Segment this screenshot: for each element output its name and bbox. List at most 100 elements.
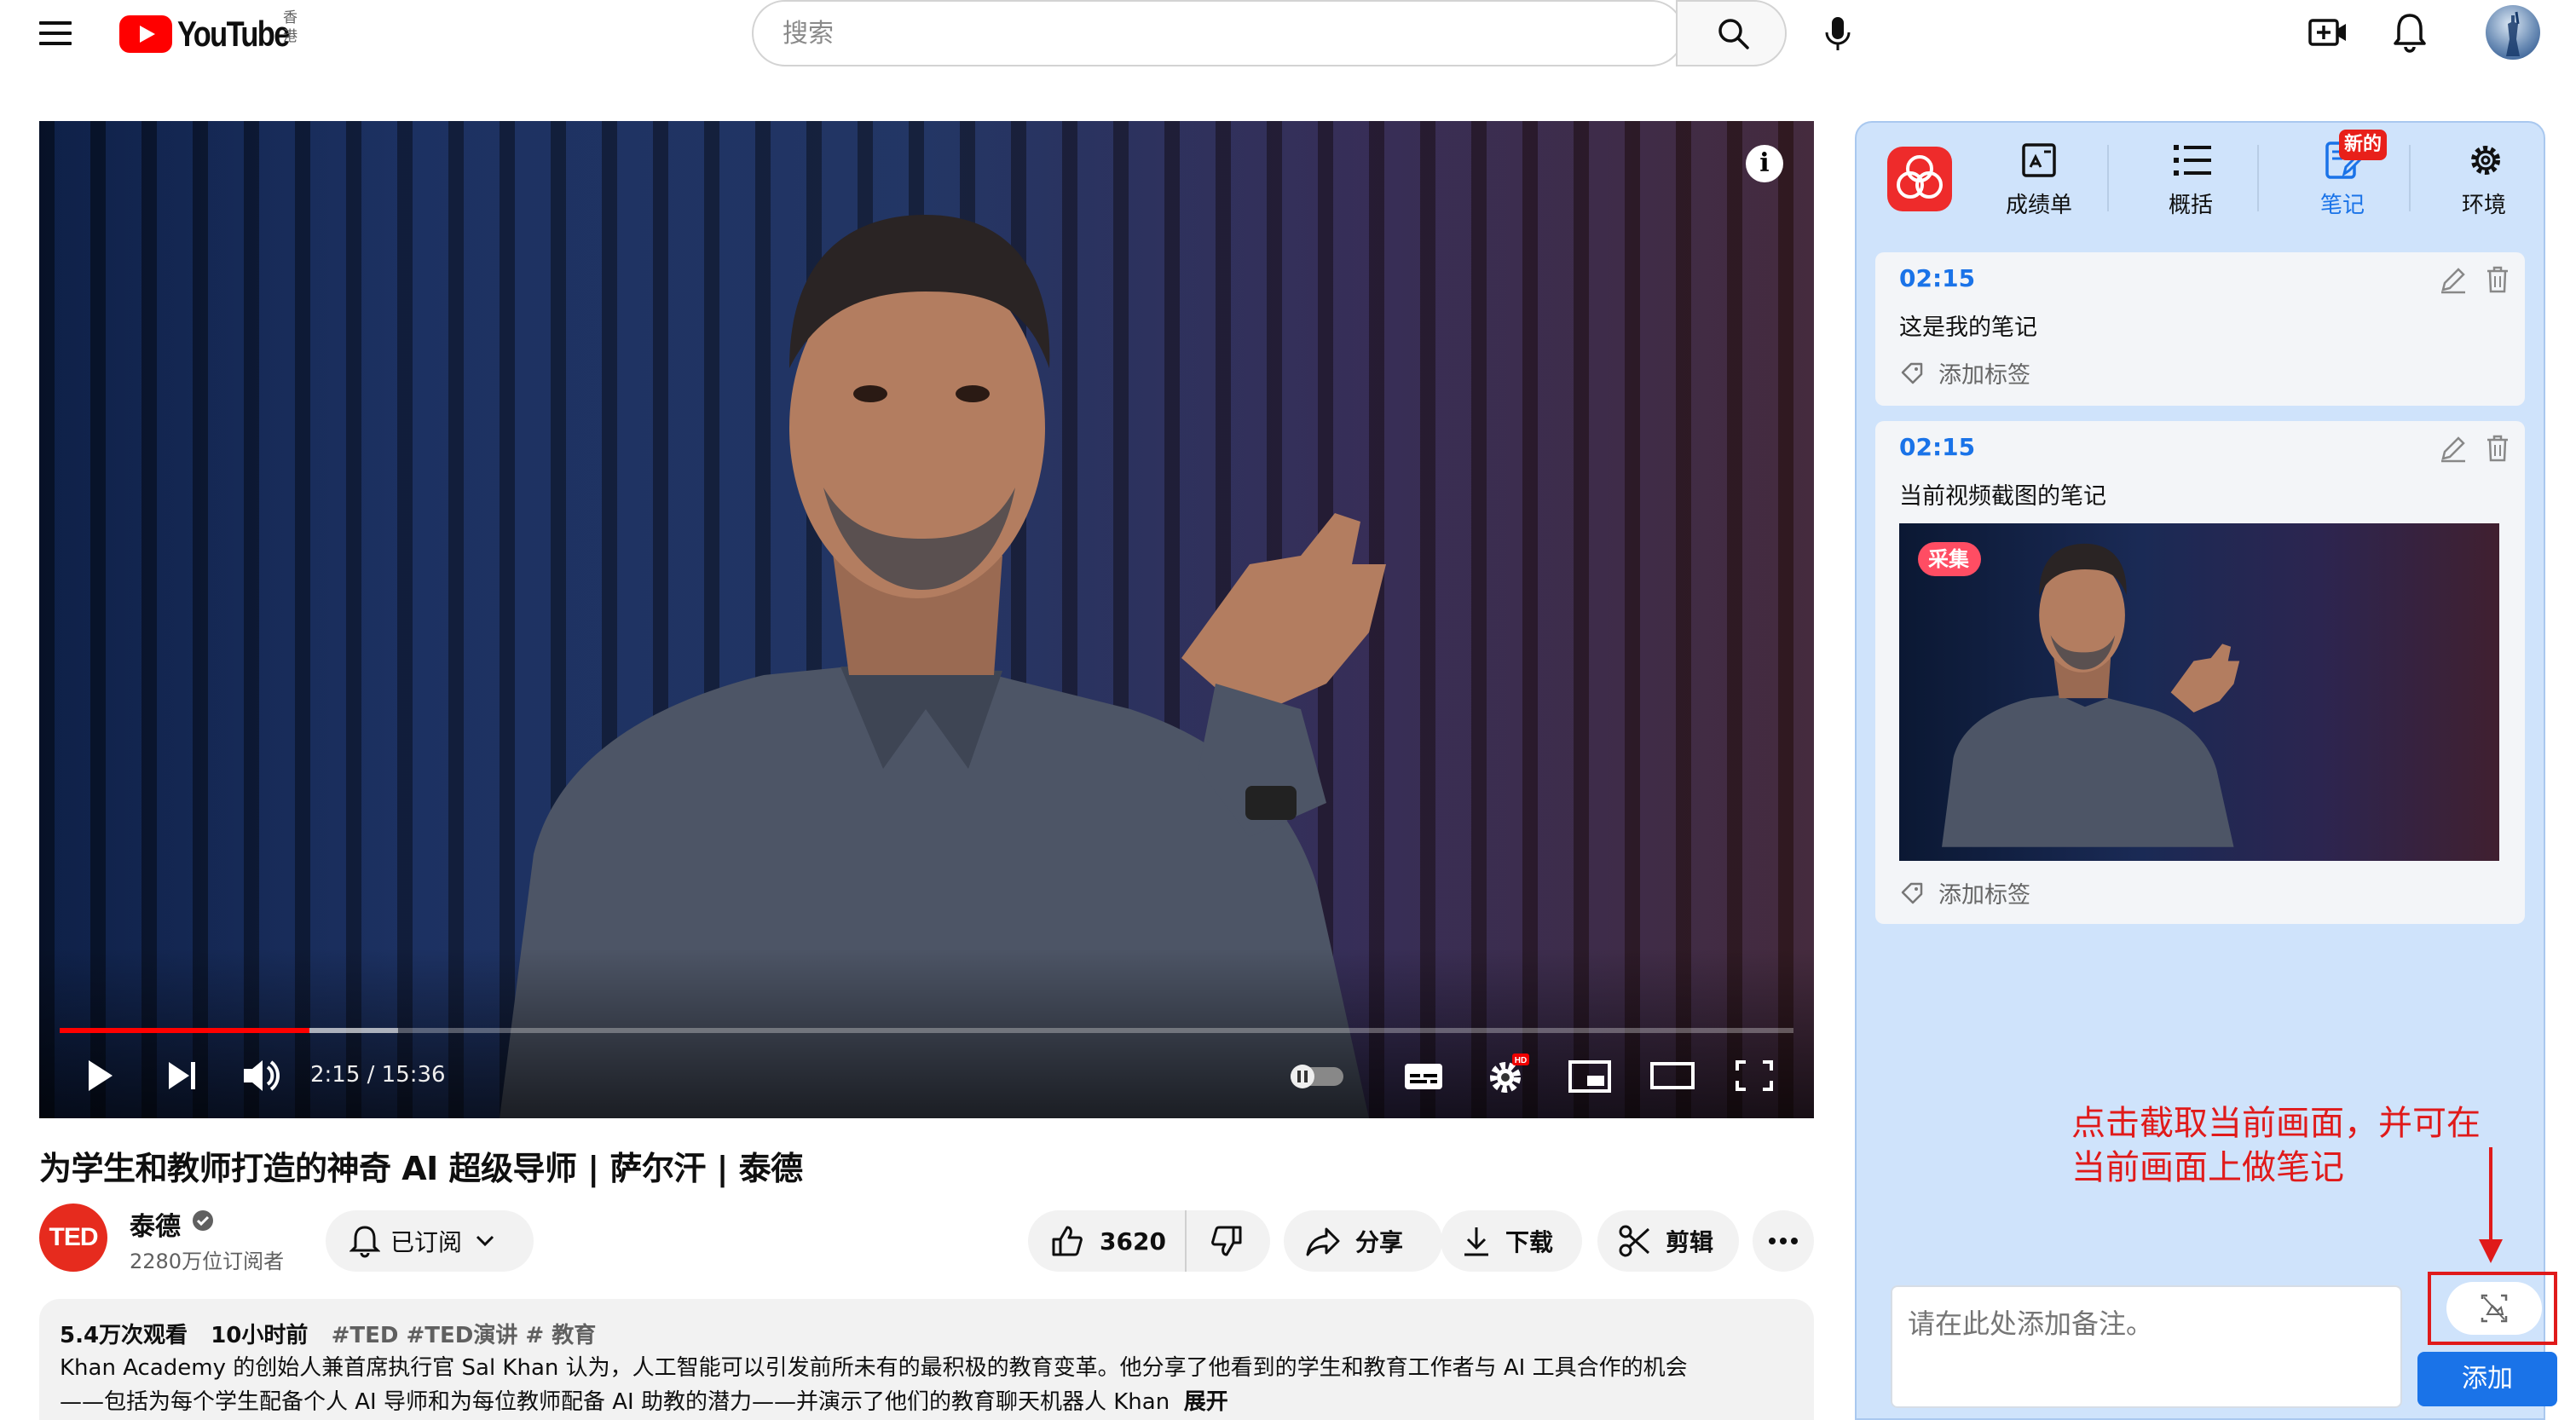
played-bar [60, 1028, 309, 1033]
openai-knot-icon [1897, 155, 1943, 199]
thumbs-down-icon [1211, 1226, 1242, 1256]
video-player[interactable]: i 2:15 / 15:36 HD [39, 121, 1814, 1118]
clip-label: 剪辑 [1666, 1228, 1714, 1256]
new-badge: 新的 [2339, 130, 2388, 160]
search-box [752, 0, 1684, 66]
edit-icon[interactable] [2438, 264, 2469, 295]
download-label: 下载 [1505, 1228, 1554, 1256]
fullscreen-icon[interactable] [1732, 1052, 1776, 1100]
download-button[interactable]: 下载 [1441, 1210, 1582, 1272]
add-tag-label: 添加标签 [1938, 882, 2030, 909]
tab-transcript[interactable]: 成绩单 [1979, 138, 2099, 223]
add-tag-button[interactable]: 添加标签 [1899, 356, 2030, 390]
tag-icon [1901, 882, 1923, 903]
add-tag-label: 添加标签 [1938, 362, 2030, 389]
add-note-button[interactable]: 添加 [2417, 1352, 2557, 1406]
upload-age: 10小时前 [211, 1323, 309, 1348]
chevron-down-icon [476, 1235, 494, 1247]
clip-button[interactable]: 剪辑 [1597, 1210, 1739, 1272]
more-horizontal-icon [1769, 1238, 1798, 1244]
screenshot-button[interactable] [2446, 1282, 2542, 1335]
create-video-icon[interactable] [2308, 15, 2349, 49]
theater-mode-icon[interactable] [1649, 1052, 1696, 1100]
like-count: 3620 [1100, 1227, 1166, 1255]
thumbnail-speaker-figure [1942, 543, 2240, 847]
autoplay-toggle[interactable] [1287, 1052, 1347, 1100]
note-text: 这是我的笔记 [1899, 315, 2037, 341]
youtube-play-logo-icon [119, 15, 172, 53]
view-count: 5.4万次观看 [60, 1323, 188, 1348]
statue-of-liberty-icon [2506, 11, 2520, 56]
annotation-line-1: 点击截取当前画面，并可在 [2071, 1104, 2481, 1143]
play-icon[interactable] [84, 1052, 118, 1100]
collect-badge: 采集 [1918, 542, 1981, 576]
note-timestamp[interactable]: 02:15 [1899, 264, 1975, 292]
verified-check-icon [193, 1210, 213, 1231]
trash-icon[interactable] [2482, 433, 2513, 464]
tab-notes-label: 笔记 [2319, 193, 2365, 218]
scissors-icon [1619, 1225, 1650, 1257]
tab-separator [2107, 145, 2109, 211]
note-card: 02:15 当前视频截图的笔记 采集 添加标签 [1875, 421, 2525, 924]
tab-separator [2409, 145, 2411, 211]
screenshot-thumbnail[interactable]: 采集 [1899, 523, 2499, 861]
channel-logo[interactable]: TED [39, 1204, 107, 1272]
download-icon [1464, 1227, 1488, 1256]
trash-icon[interactable] [2482, 264, 2513, 295]
tab-settings[interactable]: 环境 [2424, 138, 2544, 223]
miniplayer-icon[interactable] [1567, 1052, 1613, 1100]
like-dislike-group: 3620 [1028, 1210, 1270, 1272]
settings-gear-icon [2471, 146, 2500, 175]
tab-settings-label: 环境 [2461, 193, 2506, 218]
search-button[interactable] [1676, 0, 1787, 66]
bell-icon [349, 1226, 380, 1258]
info-icon[interactable]: i [1746, 145, 1783, 182]
tab-summary-label: 概括 [2168, 193, 2213, 218]
subscriber-count: 2280万位订阅者 [130, 1250, 285, 1273]
note-input[interactable] [1891, 1285, 2402, 1408]
search-icon [1718, 19, 1749, 49]
top-bar: YouTube 香港 [0, 0, 2576, 72]
summary-list-icon [2174, 145, 2211, 176]
subtitles-icon[interactable] [1401, 1052, 1446, 1100]
show-more-link[interactable]: 展开 [1184, 1389, 1228, 1415]
channel-name[interactable]: 泰德 [130, 1205, 181, 1243]
hd-badge: HD [1515, 1056, 1527, 1065]
transcript-icon [2022, 143, 2056, 177]
bell-icon[interactable] [2392, 12, 2428, 53]
time-display: 2:15 / 15:36 [310, 1062, 446, 1088]
note-card: 02:15 这是我的笔记 添加标签 [1875, 252, 2525, 406]
description-box[interactable]: 5.4万次观看 10小时前 #TED #TED演讲 # 教育 Khan Acad… [39, 1299, 1814, 1420]
search-input[interactable] [754, 2, 1683, 65]
thumbs-up-icon [1052, 1226, 1083, 1256]
screenshot-capture-icon [2481, 1294, 2508, 1323]
more-actions-button[interactable] [1753, 1210, 1814, 1272]
hashtags[interactable]: #TED #TED演讲 # 教育 [332, 1323, 597, 1348]
like-button[interactable]: 3620 [1028, 1210, 1187, 1272]
extension-logo-icon[interactable] [1887, 147, 1952, 211]
menu-icon[interactable] [39, 17, 77, 51]
annotation-arrow-head [2479, 1239, 2503, 1263]
description-meta: 5.4万次观看 10小时前 #TED #TED演讲 # 教育 [60, 1318, 1793, 1349]
avatar[interactable] [2486, 5, 2540, 60]
progress-bar[interactable] [60, 1028, 1793, 1033]
next-icon[interactable] [164, 1052, 201, 1100]
controls-gradient [39, 948, 1814, 1118]
description-line-1: Khan Academy 的创始人兼首席执行官 Sal Khan 认为，人工智能… [60, 1355, 1688, 1381]
share-label: 分享 [1355, 1228, 1404, 1256]
description-line-2: ——包括为每个学生配备个人 AI 导师和为每位教师配备 AI 助教的潜力——并演… [60, 1385, 1793, 1419]
tab-summary[interactable]: 概括 [2131, 138, 2250, 223]
tab-separator [2257, 145, 2259, 211]
microphone-icon[interactable] [1822, 15, 1853, 53]
settings-icon[interactable]: HD [1483, 1052, 1531, 1100]
dislike-button[interactable] [1187, 1210, 1267, 1272]
annotation-text: 点击截取当前画面，并可在 当前画面上做笔记 [2071, 1101, 2481, 1190]
description-line-2-text: ——包括为每个学生配备个人 AI 导师和为每位教师配备 AI 助教的潜力——并演… [60, 1389, 1170, 1415]
volume-icon[interactable] [240, 1052, 283, 1100]
add-tag-button[interactable]: 添加标签 [1899, 876, 2030, 909]
share-button[interactable]: 分享 [1284, 1210, 1442, 1272]
edit-icon[interactable] [2438, 433, 2469, 464]
note-timestamp[interactable]: 02:15 [1899, 433, 1975, 461]
subscribed-button[interactable]: 已订阅 [326, 1210, 534, 1272]
logo-text: YouTube [177, 14, 290, 54]
